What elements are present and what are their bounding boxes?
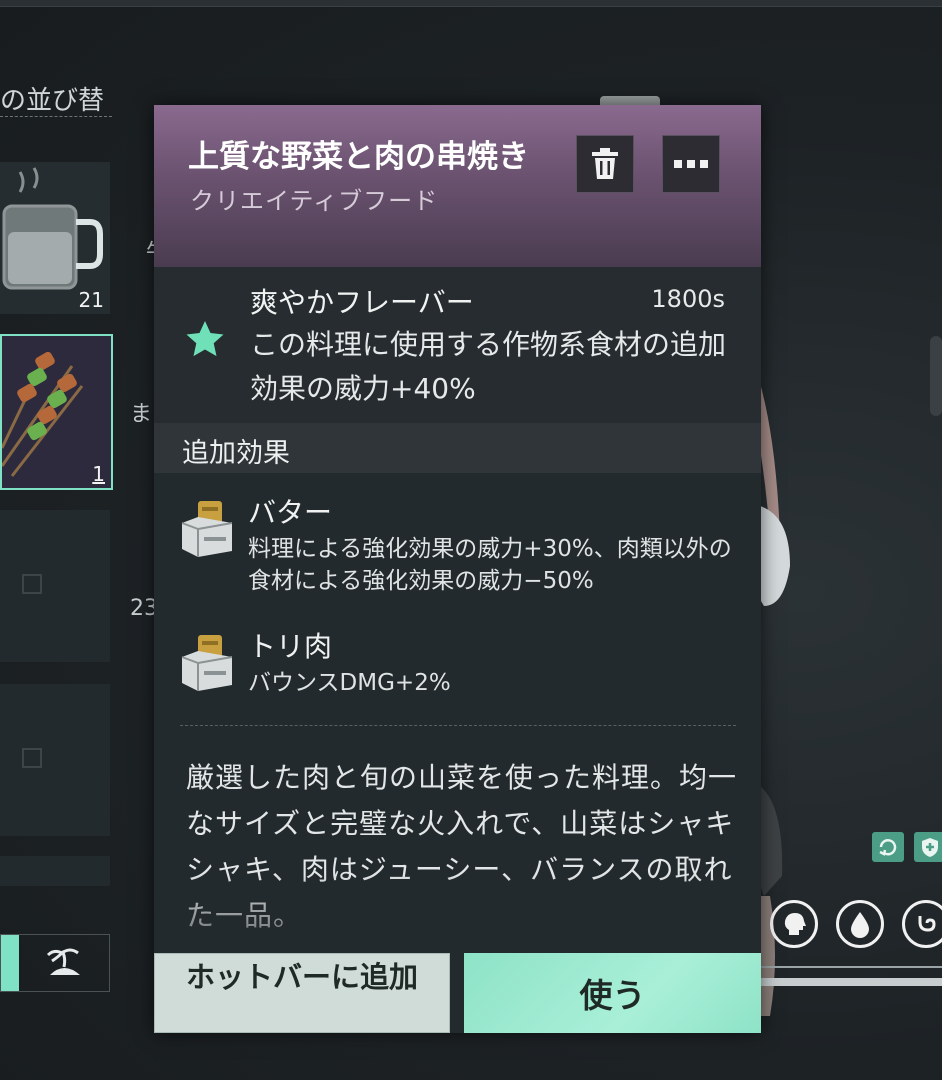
use-button[interactable]: 使う — [464, 953, 761, 1033]
extra-effects-header: 追加効果 — [154, 423, 761, 473]
trash-icon — [592, 148, 618, 179]
item-category: クリエイティブフード — [190, 187, 439, 215]
effect-name: トリ肉 — [248, 630, 333, 663]
add-to-hotbar-button[interactable]: ホットバーに追加 — [154, 953, 450, 1033]
empty-slot-marker — [22, 574, 42, 594]
delete-button[interactable] — [576, 135, 634, 193]
effect-description: バウンスDMG+2% — [248, 670, 451, 696]
effect-name: バター — [248, 496, 333, 529]
item-name: 上質な野菜と肉の串焼き — [188, 139, 529, 175]
effect-item: バター 料理による強化効果の威力+30%、肉類以外の食材による強化効果の威力−5… — [154, 491, 761, 611]
flavor-section: 爽やかフレーバー 1800s この料理に使用する作物系食材の追加効果の威力+40… — [154, 267, 761, 423]
slot-count: 21 — [78, 288, 104, 312]
regen-buff-icon — [872, 832, 904, 862]
slot-count: 1 — [92, 462, 105, 486]
flavor-duration: 1800s — [651, 285, 725, 313]
inventory-slot-partial[interactable] — [0, 856, 110, 886]
item-header: 上質な野菜と肉の串焼き クリエイティブフード — [154, 105, 761, 267]
flavor-name: 爽やかフレーバー — [250, 286, 474, 319]
item-lore: 厳選した肉と旬の山菜を使った料理。均一なサイズと完璧な火入れで、山菜はシャキシャ… — [186, 761, 738, 932]
star-icon — [186, 321, 224, 357]
hp-bar-outline — [760, 966, 942, 968]
more-icon — [674, 160, 708, 168]
divider — [180, 725, 736, 726]
inventory-slot-water[interactable]: 21 — [0, 162, 110, 314]
empty-slot-marker — [22, 748, 42, 768]
inventory-slot-empty[interactable] — [0, 510, 110, 662]
effect-item: トリ肉 バウンスDMG+2% — [154, 625, 761, 705]
head-icon — [770, 900, 818, 948]
inventory-slot-empty[interactable] — [0, 684, 110, 836]
island-icon — [46, 948, 80, 975]
inventory-slot-skewer-selected[interactable]: 1 — [0, 334, 113, 490]
stomach-icon — [902, 900, 942, 948]
sort-label[interactable]: の並び替 — [0, 80, 104, 117]
top-bar — [0, 0, 942, 7]
side-text: ま — [130, 402, 153, 427]
water-drop-icon — [836, 900, 884, 948]
hp-bar — [760, 978, 942, 986]
effect-description: 料理による強化効果の威力+30%、肉類以外の食材による強化効果の威力−50% — [248, 536, 732, 594]
tab-island[interactable] — [19, 935, 109, 991]
ingredient-crate-icon — [181, 635, 233, 691]
ingredient-crate-icon — [181, 501, 233, 557]
inventory-tabs — [0, 934, 110, 992]
shield-buff-icon — [914, 832, 942, 862]
status-icons — [770, 900, 942, 948]
tab-active[interactable] — [1, 935, 19, 991]
extra-effects-title: 追加効果 — [182, 438, 290, 469]
flavor-description: この料理に使用する作物系食材の追加効果の威力+40% — [250, 328, 727, 405]
more-button[interactable] — [662, 135, 720, 193]
item-detail-popup: 上質な野菜と肉の串焼き クリエイティブフード 爽やかフレーバー 1800s この — [154, 105, 761, 1033]
sort-underline — [0, 116, 112, 117]
